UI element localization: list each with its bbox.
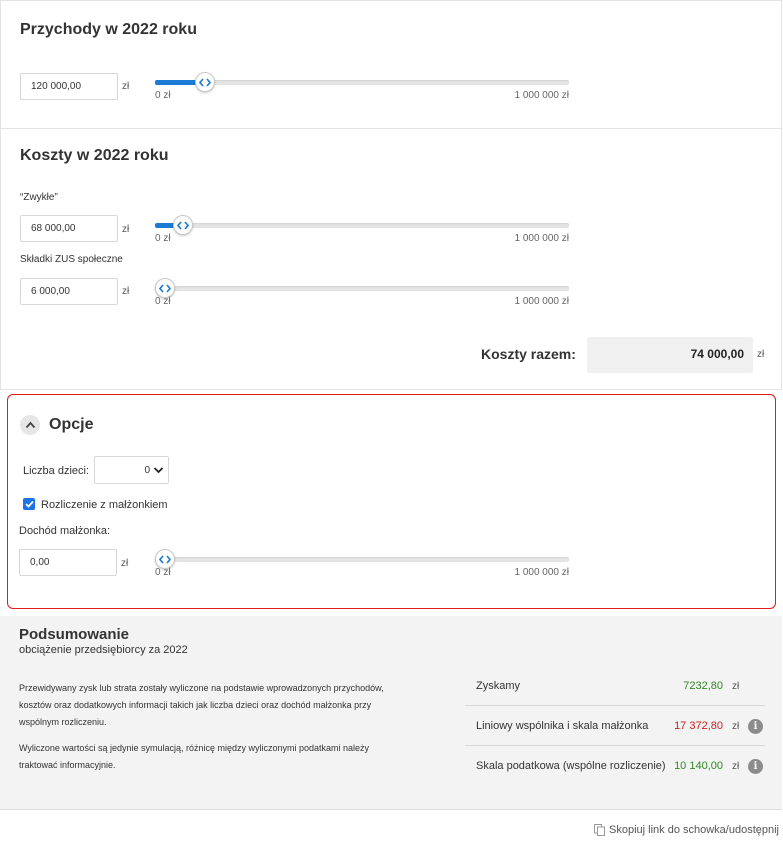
costs-section: Koszty w 2022 roku “Zwykłe” 68 000,00 zł… (0, 128, 782, 390)
zus-unit: zł (122, 286, 130, 297)
slider-min-label: 0 zł (155, 567, 171, 578)
options-toggle-button[interactable] (20, 415, 40, 435)
zus-slider[interactable]: 0 zł 1 000 000 zł (155, 278, 569, 307)
income-slider[interactable]: 0 zł 1 000 000 zł (155, 72, 569, 101)
result-row: Skala podatkowa (wspólne rozliczenie) 10… (465, 748, 765, 786)
spouse-income-input[interactable]: 0,00 (19, 549, 117, 576)
arrows-left-right-icon (159, 554, 171, 564)
spouse-income-slider[interactable]: 0 zł 1 000 000 zł (155, 549, 569, 578)
children-count-select[interactable]: 0 (94, 456, 169, 484)
slider-min-label: 0 zł (155, 90, 171, 101)
slider-handle[interactable] (194, 72, 215, 92)
arrows-left-right-icon (177, 220, 190, 230)
copy-icon (594, 824, 605, 836)
copy-link-button[interactable]: Skopiuj link do schowka/udostępnij (594, 824, 779, 836)
joint-settlement-label[interactable]: Rozliczenie z małżonkiem (41, 499, 168, 511)
options-title: Opcje (49, 416, 94, 433)
result-label: Skala podatkowa (wspólne rozliczenie) (476, 760, 666, 772)
costs-title: Koszty w 2022 roku (20, 147, 169, 164)
result-label: Liniowy wspólnika i skala małżonka (476, 720, 649, 732)
result-label: Zyskamy (476, 680, 520, 692)
slider-max-label: 1 000 000 zł (514, 567, 570, 578)
income-section: Przychody w 2022 roku 120 000,00 zł 0 zł… (0, 0, 782, 128)
info-icon[interactable]: i (748, 759, 763, 774)
slider-track[interactable] (155, 286, 569, 291)
slider-max-label: 1 000 000 zł (514, 296, 570, 307)
result-unit: zł (732, 681, 740, 692)
total-costs-label: Koszty razem: (481, 346, 576, 362)
joint-settlement-checkbox[interactable] (23, 498, 35, 510)
arrows-left-right-icon (198, 77, 211, 87)
slider-track[interactable] (155, 223, 569, 228)
children-count-label: Liczba dzieci: (23, 465, 90, 477)
copy-link-label: Skopiuj link do schowka/udostępnij (609, 824, 779, 836)
slider-min-label: 0 zł (155, 296, 171, 307)
income-title: Przychody w 2022 roku (20, 21, 197, 38)
result-row: Zyskamy 7232,80 zł (465, 668, 765, 706)
slider-max-label: 1 000 000 zł (514, 233, 570, 244)
result-row: Liniowy wspólnika i skala małżonka 17 37… (465, 708, 765, 746)
total-costs-box: 74 000,00 (587, 337, 753, 373)
summary-paragraph-1: Przewidywany zysk lub strata zostały wyl… (19, 683, 384, 727)
spouse-income-unit: zł (121, 558, 129, 569)
summary-subtitle: obciążenie przedsiębiorcy za 2022 (19, 644, 188, 656)
summary-section: Podsumowanie obciążenie przedsiębiorcy z… (0, 616, 782, 810)
spouse-income-label: Dochód małżonka: (19, 525, 111, 537)
options-section: Opcje Liczba dzieci: 0 Rozliczenie z mał… (7, 394, 776, 609)
result-value: 7232,80 (683, 680, 723, 692)
children-count-value: 0 (144, 465, 150, 476)
result-unit: zł (732, 721, 740, 732)
slider-max-label: 1 000 000 zł (514, 90, 570, 101)
total-costs-unit: zł (757, 349, 765, 360)
info-icon[interactable]: i (748, 719, 763, 734)
regular-costs-label: “Zwykłe” (20, 192, 58, 203)
income-unit: zł (122, 81, 130, 92)
chevron-down-icon (153, 467, 164, 474)
chevron-up-icon (25, 421, 35, 429)
result-unit: zł (732, 761, 740, 772)
slider-min-label: 0 zł (155, 233, 171, 244)
zus-label: Składki ZUS społeczne (20, 254, 123, 265)
checkmark-icon (24, 500, 34, 508)
income-input[interactable]: 120 000,00 (20, 73, 118, 100)
regular-costs-input[interactable]: 68 000,00 (20, 215, 118, 242)
total-costs-value: 74 000,00 (690, 347, 744, 361)
regular-costs-slider[interactable]: 0 zł 1 000 000 zł (155, 215, 569, 244)
slider-track[interactable] (155, 557, 569, 562)
slider-handle[interactable] (173, 215, 194, 235)
slider-handle[interactable] (155, 278, 175, 298)
result-value: 10 140,00 (674, 760, 723, 772)
slider-handle[interactable] (155, 549, 175, 569)
slider-track[interactable] (155, 80, 569, 85)
summary-paragraph-2: Wyliczone wartości są jedynie symulacją,… (19, 743, 370, 770)
zus-input[interactable]: 6 000,00 (20, 278, 118, 305)
arrows-left-right-icon (159, 283, 171, 293)
result-value: 17 372,80 (674, 720, 723, 732)
regular-costs-unit: zł (122, 224, 130, 235)
summary-title: Podsumowanie (19, 626, 130, 643)
